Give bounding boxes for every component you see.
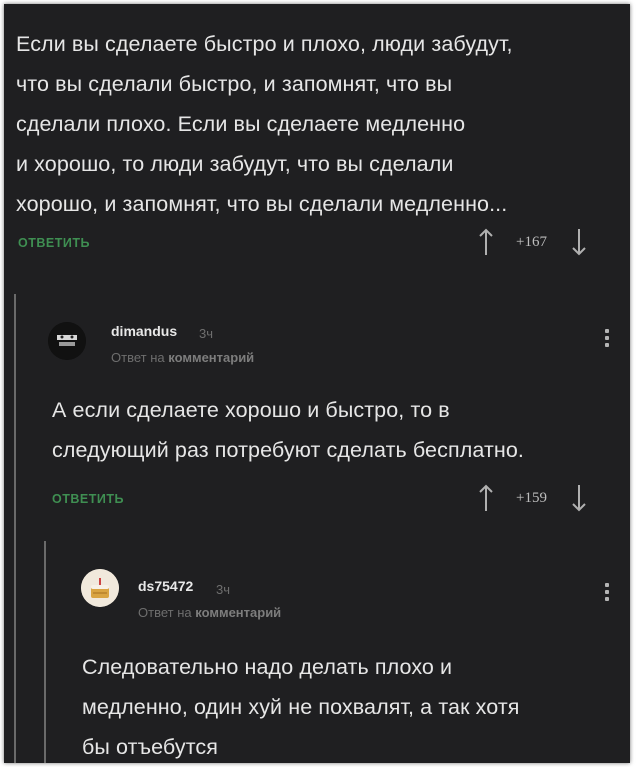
- thread-line: [44, 541, 46, 763]
- rating-control: +159: [478, 484, 587, 512]
- comment-text-line: бы отъебутся: [82, 735, 219, 759]
- reply-button[interactable]: ОТВЕТИТЬ: [52, 492, 124, 506]
- comment-text-line: Следовательно надо делать плохо и: [82, 655, 453, 679]
- author-name[interactable]: dimandus: [111, 323, 177, 339]
- comment-text-line: хорошо, и запомнят, что вы сделали медле…: [16, 192, 508, 216]
- meta-prefix: Ответ на: [138, 605, 192, 620]
- upvote-arrow-icon[interactable]: [478, 484, 494, 512]
- comment-text-line: Если вы сделаете быстро и плохо, люди за…: [16, 32, 513, 56]
- reply-to-meta: Ответ на комментарий: [111, 350, 254, 365]
- comment-1-text: Если вы сделаете быстро и плохо, люди за…: [16, 24, 513, 224]
- comment-time: 3ч: [199, 326, 214, 341]
- comment-time: 3ч: [216, 582, 231, 597]
- rating-control: +167: [478, 228, 587, 256]
- more-options-icon[interactable]: [604, 583, 610, 604]
- comment-text-line: А если сделаете хорошо и быстро, то в: [52, 398, 450, 422]
- downvote-arrow-icon[interactable]: [571, 484, 587, 512]
- rating-count: +159: [516, 489, 547, 506]
- reply-button[interactable]: ОТВЕТИТЬ: [18, 236, 90, 250]
- meta-target-link[interactable]: комментарий: [195, 605, 281, 620]
- comment-text-line: сделали плохо. Если вы сделаете медленно: [16, 112, 466, 136]
- comment-2-text: А если сделаете хорошо и быстро, то в сл…: [52, 390, 524, 470]
- upvote-arrow-icon[interactable]: [478, 228, 494, 256]
- comment-text-line: и хорошо, то люди забудут, что вы сделал…: [16, 152, 454, 176]
- downvote-arrow-icon[interactable]: [571, 228, 587, 256]
- comments-screenshot: Если вы сделаете быстро и плохо, люди за…: [4, 4, 630, 763]
- cake-avatar-icon[interactable]: [81, 569, 119, 607]
- thread-line: [14, 294, 16, 763]
- author-name[interactable]: ds75472: [138, 578, 193, 594]
- hamster-avatar-icon[interactable]: [48, 322, 86, 360]
- comment-text-line: медленно, один хуй не похвалят, а так хо…: [82, 695, 520, 719]
- reply-to-meta: Ответ на комментарий: [138, 605, 281, 620]
- more-options-icon[interactable]: [604, 329, 610, 350]
- comment-3-text: Следовательно надо делать плохо и медлен…: [82, 647, 520, 763]
- comment-text-line: что вы сделали быстро, и запомнят, что в…: [16, 72, 453, 96]
- rating-count: +167: [516, 233, 547, 250]
- meta-target-link[interactable]: комментарий: [168, 350, 254, 365]
- meta-prefix: Ответ на: [111, 350, 165, 365]
- comment-text-line: следующий раз потребуют сделать бесплатн…: [52, 438, 524, 462]
